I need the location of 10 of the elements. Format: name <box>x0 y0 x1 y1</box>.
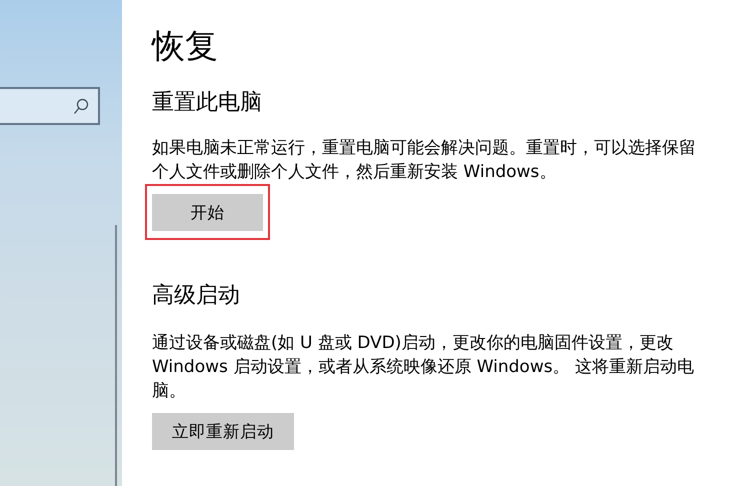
section-description: 如果电脑未正常运行，重置电脑可能会解决问题。重置时，可以选择保留个人文件或删除个人文件，然后重新安装 Windows。 <box>152 137 697 184</box>
section-description: 通过设备或磁盘(如 U 盘或 DVD)启动，更改你的电脑固件设置，更改 Windows 启动设置，或者从系统映像还原 Windows。 这将重新启动电脑。 <box>152 332 695 403</box>
page-title: 恢复 <box>152 25 219 67</box>
action-button[interactable]: 立即重新启动 <box>152 413 294 450</box>
section-heading: 重置此电脑 <box>152 89 263 117</box>
action-button[interactable]: 开始 <box>152 194 263 231</box>
scrollbar[interactable] <box>115 225 117 486</box>
section-heading: 高级启动 <box>152 282 241 310</box>
search-icon <box>73 98 89 115</box>
search-field[interactable] <box>0 87 100 125</box>
